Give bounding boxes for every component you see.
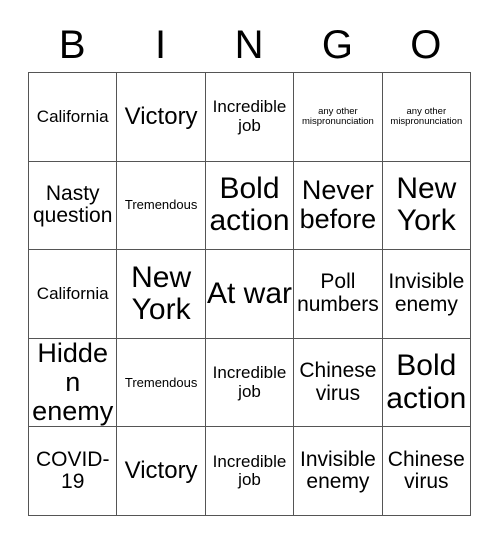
bingo-cell-label: Victory [124, 457, 198, 485]
bingo-cell-label: Incredible job [212, 97, 287, 135]
bingo-cell[interactable]: Incredible job [205, 427, 295, 516]
bingo-cell-label: Incredible job [212, 451, 287, 490]
bingo-cell-label: Never before [299, 175, 377, 235]
bingo-cell[interactable]: Bold action [205, 161, 295, 251]
bingo-cell[interactable]: California [29, 73, 118, 162]
bingo-row: California Victory Incredible job any other… [29, 73, 472, 162]
bingo-row: California New York At war Poll numbers Invi… [29, 250, 472, 339]
bingo-row: COVID-19 Victory Incredible job Invisible e… [29, 427, 472, 516]
bingo-header-row: B I N G O [28, 18, 470, 72]
bingo-cell-label: COVID-19 [35, 447, 110, 494]
bingo-header-letter-o: O [410, 23, 442, 67]
bingo-cell[interactable]: Incredible job [205, 73, 295, 162]
bingo-cell-label: Hidden enemy [32, 338, 114, 427]
bingo-cell-label: any other mispronunciation [302, 105, 374, 127]
bingo-cell[interactable]: New York [382, 161, 472, 251]
bingo-header-letter-i: I [155, 23, 167, 67]
bingo-cell[interactable]: COVID-19 [29, 427, 118, 516]
bingo-cell-label: Bold action [209, 172, 290, 238]
bingo-cell[interactable]: Victory [117, 427, 206, 516]
bingo-cell[interactable]: Invisible enemy [294, 427, 383, 516]
bingo-cell[interactable]: California [29, 250, 118, 339]
bingo-cell-label: Invisible enemy [299, 447, 376, 494]
bingo-cell[interactable]: Incredible job [205, 338, 295, 428]
bingo-cell-label: California [36, 283, 109, 303]
bingo-card: B I N G O California Victory Incredible jo… [28, 18, 472, 516]
bingo-row: Nasty question Tremendous Bold action Never… [29, 161, 472, 251]
bingo-cell-label: Victory [124, 102, 198, 130]
bingo-cell[interactable]: Tremendous [117, 161, 206, 251]
bingo-cell[interactable]: Never before [294, 161, 383, 251]
bingo-cell[interactable]: Tremendous [117, 338, 206, 428]
bingo-cell-label: Chinese virus [299, 358, 377, 405]
bingo-cell[interactable]: New York [117, 250, 206, 339]
bingo-row: Hidden enemy Tremendous Incredible job Chin… [29, 338, 472, 428]
bingo-cell-label: Poll numbers [297, 270, 379, 316]
bingo-cell-label: Bold action [386, 349, 467, 415]
bingo-cell[interactable]: Chinese virus [382, 427, 472, 516]
bingo-cell-label: Tremendous [124, 374, 198, 390]
bingo-cell[interactable]: Invisible enemy [382, 250, 472, 339]
bingo-header-letter-g: G [321, 23, 353, 67]
bingo-cell[interactable]: Hidden enemy [29, 338, 118, 428]
bingo-cell[interactable]: any other mispronunciation [382, 73, 472, 162]
bingo-cell[interactable]: At war [205, 250, 295, 339]
bingo-cell[interactable]: Bold action [382, 338, 472, 428]
bingo-grid: California Victory Incredible job any other… [28, 72, 472, 516]
bingo-cell-label: Chinese virus [387, 447, 465, 494]
bingo-cell-label: At war [207, 276, 293, 310]
bingo-cell[interactable]: Nasty question [29, 161, 118, 251]
bingo-cell[interactable]: any other mispronunciation [294, 73, 383, 162]
bingo-cell-label: New York [396, 172, 457, 238]
bingo-cell[interactable]: Chinese virus [294, 338, 383, 428]
bingo-header-letter-b: B [58, 23, 86, 67]
bingo-header-letter-n: N [234, 23, 264, 67]
bingo-cell-label: Incredible job [212, 363, 287, 401]
bingo-cell-label: any other mispronunciation [390, 105, 463, 127]
bingo-cell[interactable]: Poll numbers [294, 250, 383, 339]
bingo-cell-label: New York [131, 260, 192, 326]
bingo-cell[interactable]: Victory [117, 73, 206, 162]
bingo-cell-label: Nasty question [33, 181, 113, 228]
bingo-cell-label: Tremendous [124, 197, 198, 213]
bingo-cell-label: California [36, 106, 109, 126]
bingo-cell-label: Invisible enemy [388, 270, 465, 316]
